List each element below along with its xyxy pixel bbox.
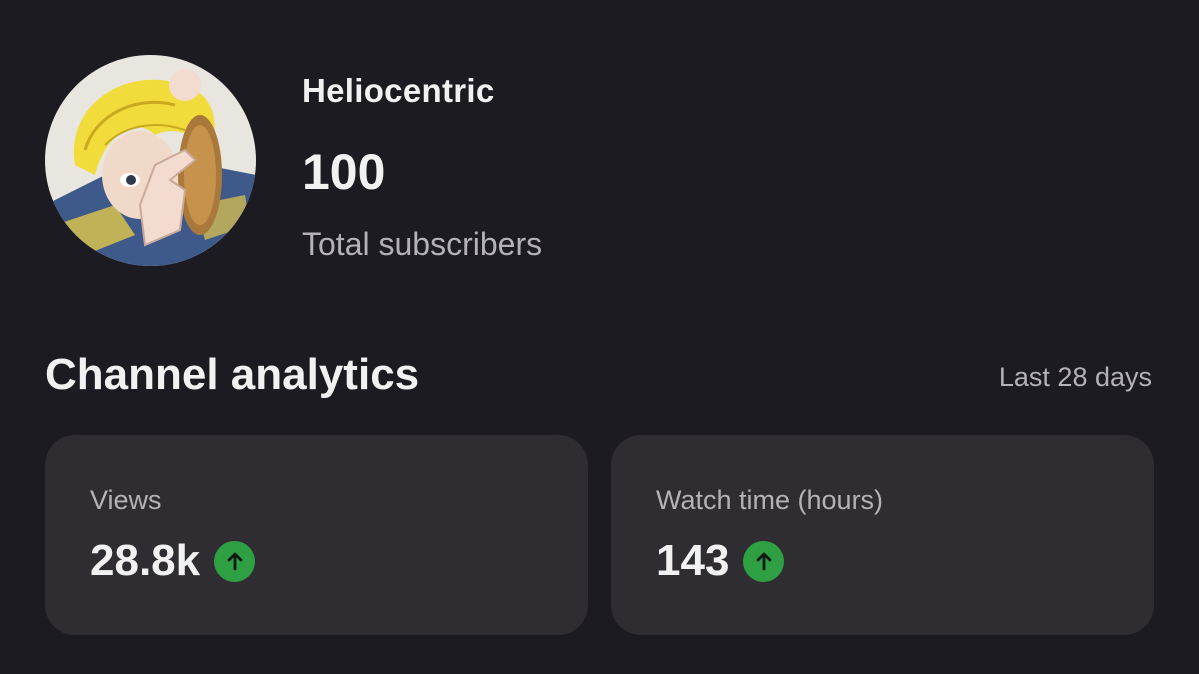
views-value: 28.8k: [90, 536, 201, 585]
channel-name: Heliocentric: [302, 72, 495, 109]
analytics-title: Channel analytics: [45, 350, 420, 399]
watch-time-value: 143: [656, 536, 730, 585]
views-value-row: 28.8k: [90, 536, 256, 585]
watch-time-value-row: 143: [656, 536, 785, 585]
watch-time-label: Watch time (hours): [656, 485, 884, 515]
views-label: Views: [90, 485, 162, 515]
views-card[interactable]: Views 28.8k: [45, 435, 588, 635]
channel-avatar[interactable]: [45, 55, 256, 266]
analytics-period: Last 28 days: [998, 362, 1152, 392]
subscriber-count: 100: [302, 144, 386, 200]
arrow-up-icon: [214, 540, 256, 582]
avatar-illustration: [45, 55, 256, 266]
arrow-up-icon: [743, 540, 785, 582]
subscriber-label: Total subscribers: [302, 226, 543, 262]
watch-time-card[interactable]: Watch time (hours) 143: [611, 435, 1154, 635]
